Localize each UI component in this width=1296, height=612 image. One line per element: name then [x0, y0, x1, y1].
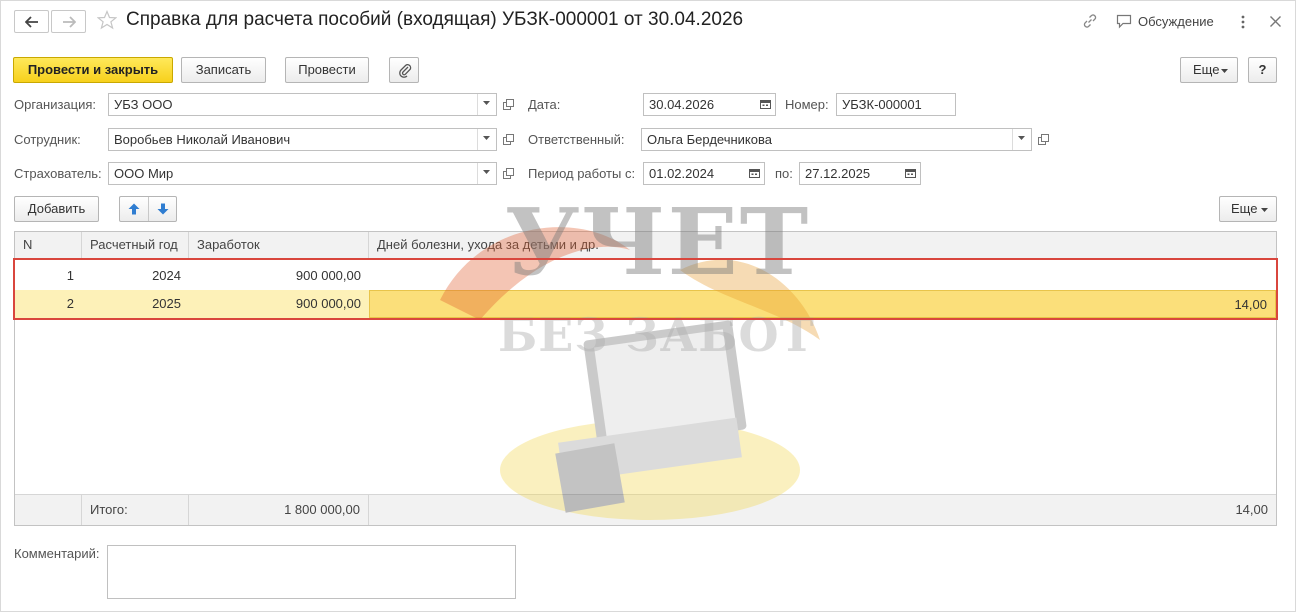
- add-row-button[interactable]: Добавить: [14, 196, 99, 222]
- arrow-up-icon: [128, 203, 140, 215]
- insurer-value: ООО Мир: [114, 166, 174, 181]
- move-down-button[interactable]: [149, 197, 177, 221]
- cell-year: 2025: [152, 296, 181, 311]
- open-icon: [503, 134, 514, 145]
- calendar-icon: [760, 100, 771, 109]
- move-buttons-group: [119, 196, 177, 222]
- watermark-text-line2: БЕЗ ЗАБОТ: [498, 308, 815, 362]
- comment-label: Комментарий:: [14, 546, 100, 561]
- column-header-earnings[interactable]: Заработок: [189, 232, 369, 258]
- period-from-value: 01.02.2024: [649, 166, 715, 181]
- arrow-left-icon: [25, 16, 38, 28]
- footer-days-total: 14,00: [1235, 502, 1268, 517]
- period-to-field[interactable]: 27.12.2025: [799, 162, 921, 185]
- more-label: Еще: [1193, 62, 1220, 77]
- discussion-icon[interactable]: [1116, 14, 1132, 29]
- open-icon: [1038, 134, 1049, 145]
- arrow-down-icon: [157, 203, 169, 215]
- employee-dropdown-button[interactable]: [477, 129, 496, 150]
- employee-value: Воробьев Николай Иванович: [114, 132, 291, 147]
- insurer-dropdown-button[interactable]: [477, 163, 496, 184]
- period-from-calendar-button[interactable]: [746, 163, 764, 184]
- organization-label: Организация:: [14, 97, 97, 112]
- responsible-open-button[interactable]: [1034, 128, 1052, 151]
- organization-dropdown-button[interactable]: [477, 94, 496, 115]
- period-to-value: 27.12.2025: [805, 166, 871, 181]
- chevron-down-icon: [1261, 208, 1268, 212]
- watermark-text-line1: УЧЕТ: [505, 188, 811, 296]
- paperclip-icon: [399, 64, 412, 78]
- period-from-label: Период работы с:: [528, 166, 636, 181]
- post-and-close-button[interactable]: Провести и закрыть: [13, 57, 173, 83]
- help-button[interactable]: ?: [1248, 57, 1277, 83]
- date-field[interactable]: 30.04.2026: [643, 93, 776, 116]
- table-more-label: Еще: [1231, 201, 1258, 216]
- chevron-down-icon: [1018, 136, 1025, 140]
- open-icon: [503, 168, 514, 179]
- back-button[interactable]: [14, 10, 49, 33]
- organization-value: УБЗ ООО: [114, 97, 173, 112]
- forward-button[interactable]: [51, 10, 86, 33]
- move-up-button[interactable]: [120, 197, 149, 221]
- open-icon: [503, 99, 514, 110]
- organization-field[interactable]: УБЗ ООО: [108, 93, 497, 116]
- chevron-down-icon: [483, 136, 490, 140]
- table-footer: Итого: 1 800 000,00 14,00: [15, 494, 1276, 525]
- column-header-year[interactable]: Расчетный год: [82, 232, 189, 258]
- date-calendar-button[interactable]: [757, 94, 775, 115]
- save-button[interactable]: Записать: [181, 57, 266, 83]
- employee-field[interactable]: Воробьев Николай Иванович: [108, 128, 497, 151]
- employee-open-button[interactable]: [499, 128, 517, 151]
- cell-earnings: 900 000,00: [295, 296, 361, 311]
- attach-button[interactable]: [389, 57, 419, 83]
- more-menu-button[interactable]: Еще: [1180, 57, 1238, 83]
- star-icon[interactable]: [97, 10, 117, 30]
- insurer-field[interactable]: ООО Мир: [108, 162, 497, 185]
- chevron-down-icon: [483, 170, 490, 174]
- employee-label: Сотрудник:: [14, 132, 81, 147]
- chevron-down-icon: [483, 101, 490, 105]
- responsible-dropdown-button[interactable]: [1012, 129, 1031, 150]
- discussion-link[interactable]: Обсуждение: [1138, 14, 1214, 29]
- cell-n: 2: [66, 296, 74, 311]
- column-header-n[interactable]: N: [15, 232, 82, 258]
- number-field[interactable]: УБЗК-000001: [836, 93, 956, 116]
- chevron-down-icon: [1221, 69, 1228, 73]
- cell-n: 1: [66, 268, 74, 283]
- comment-textarea[interactable]: [107, 545, 516, 599]
- date-label: Дата:: [528, 97, 561, 112]
- period-to-label: по:: [775, 166, 793, 181]
- table-more-button[interactable]: Еще: [1219, 196, 1277, 222]
- more-vertical-icon[interactable]: [1240, 14, 1246, 30]
- footer-n: [15, 495, 82, 525]
- responsible-field[interactable]: Ольга Бердечникова: [641, 128, 1032, 151]
- link-icon[interactable]: [1082, 13, 1098, 29]
- cell-earnings: 900 000,00: [295, 268, 361, 283]
- footer-earnings-total: 1 800 000,00: [189, 495, 369, 525]
- post-button[interactable]: Провести: [285, 57, 369, 83]
- cell-year: 2024: [152, 268, 181, 283]
- calendar-icon: [749, 169, 760, 178]
- organization-open-button[interactable]: [499, 93, 517, 116]
- arrow-right-icon: [63, 16, 76, 28]
- period-from-field[interactable]: 01.02.2024: [643, 162, 765, 185]
- insurer-label: Страхователь:: [14, 166, 102, 181]
- date-value: 30.04.2026: [649, 97, 715, 112]
- responsible-value: Ольга Бердечникова: [647, 132, 772, 147]
- insurer-open-button[interactable]: [499, 162, 517, 185]
- page-title: Справка для расчета пособий (входящая) У…: [126, 9, 744, 30]
- calendar-icon: [905, 169, 916, 178]
- period-to-calendar-button[interactable]: [902, 163, 920, 184]
- responsible-label: Ответственный:: [528, 132, 625, 147]
- number-label: Номер:: [785, 97, 829, 112]
- close-icon[interactable]: [1269, 15, 1282, 28]
- footer-label: Итого:: [82, 495, 189, 525]
